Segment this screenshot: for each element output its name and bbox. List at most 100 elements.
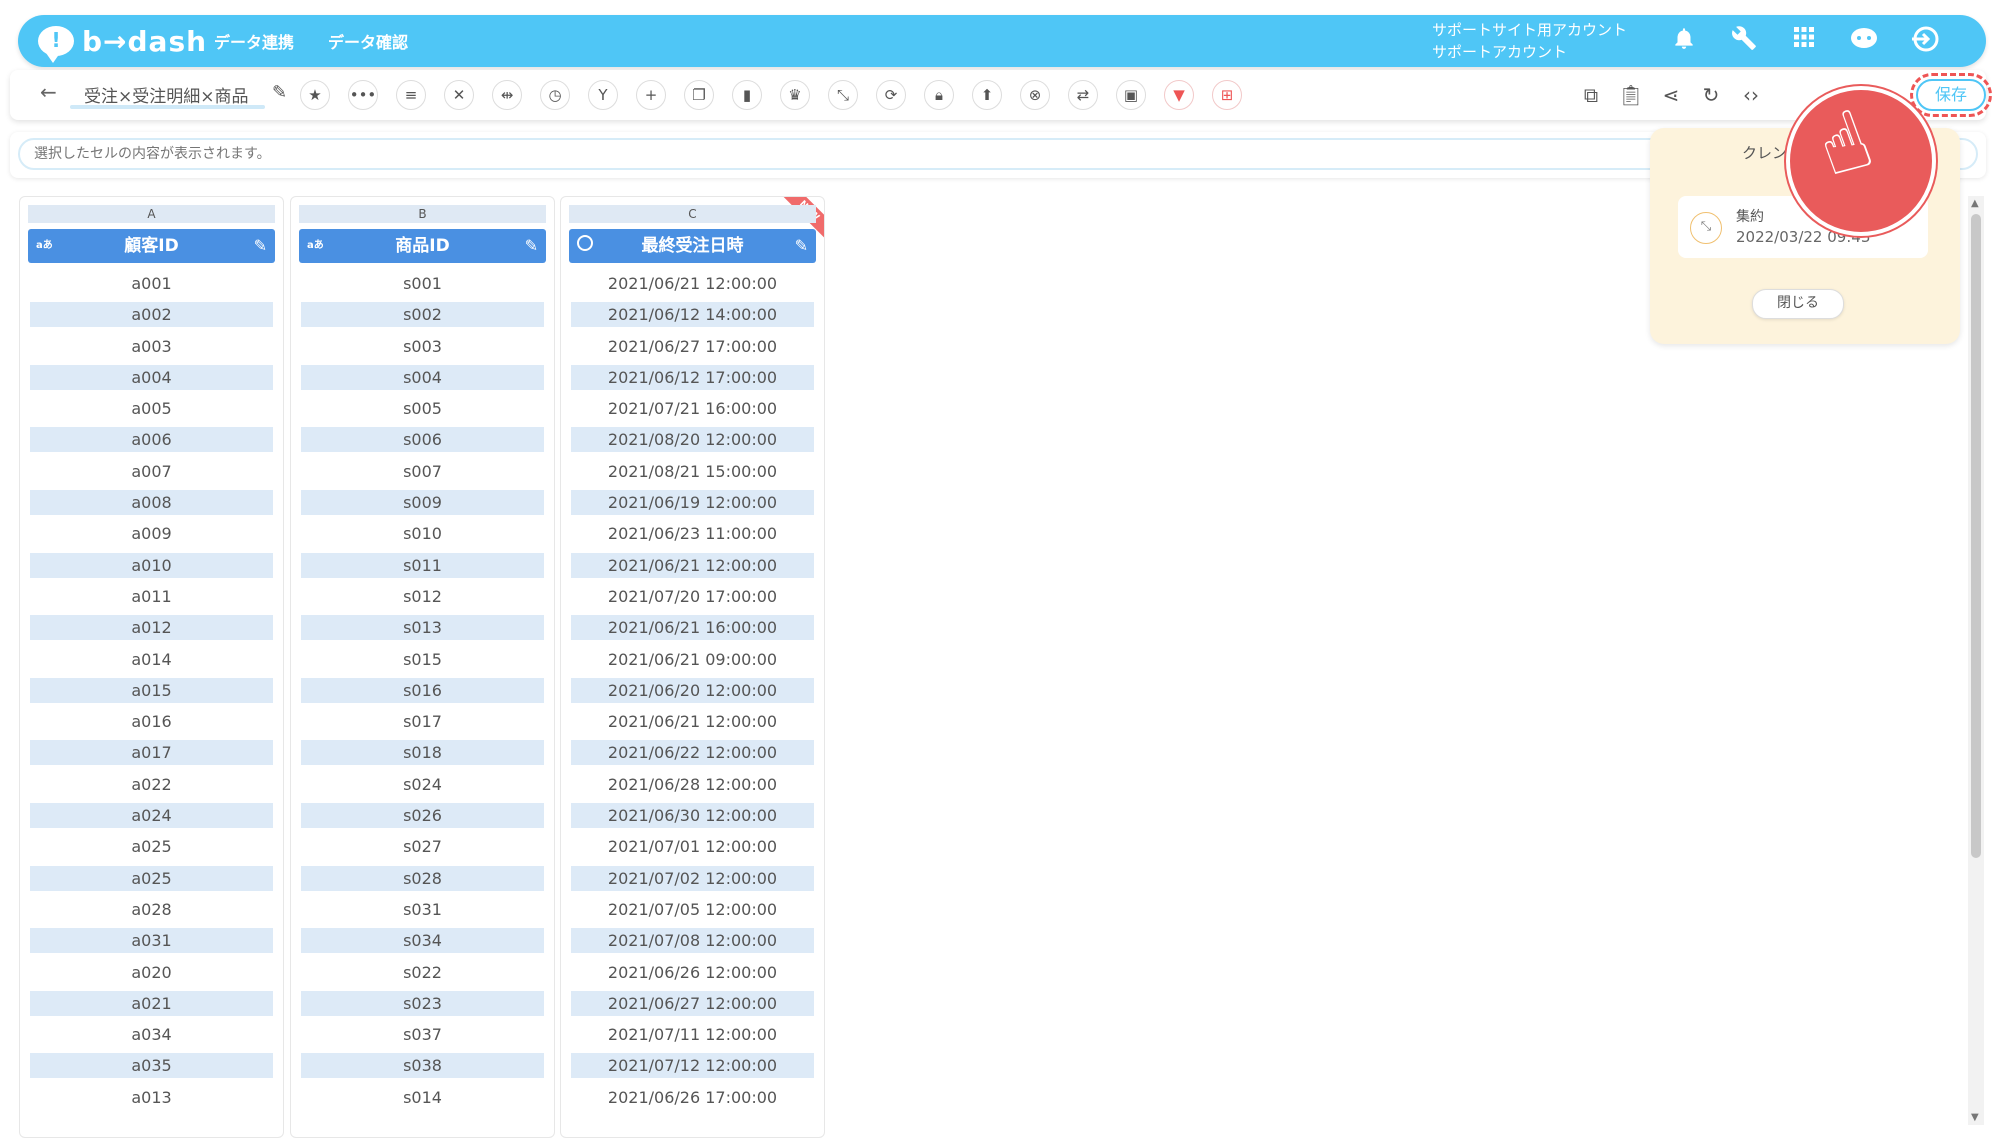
account-info[interactable]: サポートサイト用アカウント サポートアカウント <box>1432 19 1627 63</box>
column-letter[interactable]: C <box>569 205 816 223</box>
vertical-scrollbar[interactable]: ▲ ▼ <box>1968 196 1984 1125</box>
table-cell[interactable]: 2021/07/08 12:00:00 <box>571 928 814 954</box>
table-cell[interactable]: a031 <box>30 928 273 954</box>
table-cell[interactable]: 2021/07/20 17:00:00 <box>571 584 814 609</box>
code-icon[interactable]: ‹› <box>1736 80 1766 110</box>
table-cell[interactable]: a013 <box>30 1085 273 1110</box>
table-cell[interactable]: s005 <box>301 396 544 421</box>
table-cell[interactable]: a011 <box>30 584 273 609</box>
table-cell[interactable]: s018 <box>301 740 544 766</box>
table-cell[interactable]: s013 <box>301 615 544 641</box>
repeat-icon[interactable]: ⟳ <box>876 80 906 110</box>
table-cell[interactable]: a007 <box>30 459 273 484</box>
table-cell[interactable]: s034 <box>301 928 544 954</box>
table-cell[interactable]: 2021/06/27 17:00:00 <box>571 334 814 359</box>
nav-data-integration[interactable]: データ連携 <box>214 29 294 53</box>
table-cell[interactable]: a025 <box>30 834 273 859</box>
chat-support-icon[interactable] <box>1848 25 1880 57</box>
table-cell[interactable]: a024 <box>30 803 273 829</box>
timer-icon[interactable]: ◷ <box>540 80 570 110</box>
table-cell[interactable]: s012 <box>301 584 544 609</box>
table-cell[interactable]: 2021/07/02 12:00:00 <box>571 865 814 891</box>
table-cell[interactable]: s016 <box>301 677 544 703</box>
table-cell[interactable]: s023 <box>301 990 544 1016</box>
table-cell[interactable]: 2021/06/21 16:00:00 <box>571 615 814 641</box>
table-cell[interactable]: 2021/06/21 09:00:00 <box>571 647 814 672</box>
column-letter[interactable]: B <box>299 205 546 223</box>
table-cell[interactable]: a020 <box>30 960 273 985</box>
bell-icon[interactable] <box>1668 25 1700 57</box>
column-header[interactable]: 最終受注日時 ✎ <box>569 229 816 263</box>
table-cell[interactable]: 2021/06/22 12:00:00 <box>571 740 814 766</box>
table-cell[interactable]: 2021/06/12 14:00:00 <box>571 302 814 328</box>
table-cell[interactable]: 2021/06/28 12:00:00 <box>571 772 814 797</box>
wrench-icon[interactable] <box>1728 25 1760 57</box>
list-icon[interactable]: ≡ <box>396 80 426 110</box>
table-cell[interactable]: a003 <box>30 334 273 359</box>
table-cell[interactable]: s037 <box>301 1022 544 1047</box>
table-cell[interactable]: a008 <box>30 490 273 516</box>
branch-icon[interactable]: Y <box>588 80 618 110</box>
table-cell[interactable]: 2021/06/12 17:00:00 <box>571 364 814 390</box>
table-cell[interactable]: a028 <box>30 897 273 922</box>
apps-grid-icon[interactable] <box>1788 25 1820 57</box>
table-cell[interactable]: a010 <box>30 552 273 578</box>
table-cell[interactable]: a014 <box>30 647 273 672</box>
table-cell[interactable]: 2021/06/27 12:00:00 <box>571 990 814 1016</box>
frame-icon[interactable]: ▣ <box>1116 80 1146 110</box>
table-cell[interactable]: s003 <box>301 334 544 359</box>
table-cell[interactable]: s026 <box>301 803 544 829</box>
table-cell[interactable]: s028 <box>301 865 544 891</box>
table-cell[interactable]: a012 <box>30 615 273 641</box>
table-cell[interactable]: a022 <box>30 772 273 797</box>
table-cell[interactable]: 2021/06/21 12:00:00 <box>571 271 814 296</box>
table-cell[interactable]: s022 <box>301 960 544 985</box>
edit-column-pencil-icon[interactable]: ✎ <box>525 229 538 263</box>
table-cell[interactable]: s031 <box>301 897 544 922</box>
table-cell[interactable]: s017 <box>301 709 544 734</box>
table-cell[interactable]: 2021/06/21 12:00:00 <box>571 552 814 578</box>
table-cell[interactable]: 2021/06/26 17:00:00 <box>571 1085 814 1110</box>
table-cell[interactable]: s011 <box>301 552 544 578</box>
table-cell[interactable]: 2021/06/21 12:00:00 <box>571 709 814 734</box>
table-cell[interactable]: a025 <box>30 865 273 891</box>
table-cell[interactable]: 2021/07/21 16:00:00 <box>571 396 814 421</box>
crown-icon[interactable]: ♛ <box>780 80 810 110</box>
table-cell[interactable]: s014 <box>301 1085 544 1110</box>
filter-icon[interactable]: ▼ <box>1164 80 1194 110</box>
table-cell[interactable]: a002 <box>30 302 273 328</box>
table-cell[interactable]: s006 <box>301 427 544 453</box>
grid-pattern-icon[interactable]: ⊞ <box>1212 80 1242 110</box>
table-cell[interactable]: 2021/07/05 12:00:00 <box>571 897 814 922</box>
table-cell[interactable]: 2021/06/30 12:00:00 <box>571 803 814 829</box>
merge-cols-icon[interactable]: ⇹ <box>492 80 522 110</box>
tools-icon[interactable]: ✕ <box>444 80 474 110</box>
replace-icon[interactable]: ⇄ <box>1068 80 1098 110</box>
table-cell[interactable]: 2021/07/12 12:00:00 <box>571 1053 814 1079</box>
export-icon[interactable]: ⬆ <box>972 80 1002 110</box>
table-cell[interactable]: s024 <box>301 772 544 797</box>
column-header[interactable]: aあ 顧客ID ✎ <box>28 229 275 263</box>
edit-column-pencil-icon[interactable]: ✎ <box>254 229 267 263</box>
star-icon[interactable]: ★ <box>300 80 330 110</box>
delete-icon[interactable]: ▮ <box>732 80 762 110</box>
table-cell[interactable]: s009 <box>301 490 544 516</box>
table-cell[interactable]: 2021/06/19 12:00:00 <box>571 490 814 516</box>
aggregate-icon[interactable]: ⤡ <box>828 80 858 110</box>
sheet-title[interactable]: 受注×受注明細×商品 <box>84 82 249 107</box>
table-cell[interactable]: a021 <box>30 990 273 1016</box>
table-cell[interactable]: a006 <box>30 427 273 453</box>
lock-icon[interactable]: 🔒︎ <box>924 80 954 110</box>
table-cell[interactable]: 2021/08/20 12:00:00 <box>571 427 814 453</box>
close-button[interactable]: 閉じる <box>1752 289 1844 319</box>
scroll-down-arrow-icon[interactable]: ▼ <box>1971 1112 1979 1123</box>
table-cell[interactable]: a005 <box>30 396 273 421</box>
cancel-circle-icon[interactable]: ⊗ <box>1020 80 1050 110</box>
table-cell[interactable]: s027 <box>301 834 544 859</box>
clipboard-icon[interactable]: 📋︎ <box>1616 80 1646 110</box>
table-cell[interactable]: a004 <box>30 364 273 390</box>
nav-data-check[interactable]: データ確認 <box>328 29 408 53</box>
edit-column-pencil-icon[interactable]: ✎ <box>795 229 808 263</box>
table-cell[interactable]: a009 <box>30 521 273 546</box>
table-cell[interactable]: s015 <box>301 647 544 672</box>
